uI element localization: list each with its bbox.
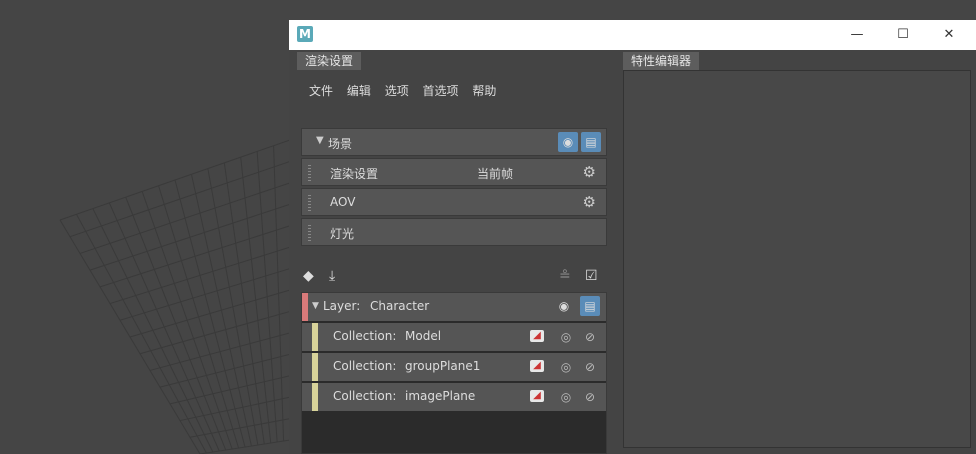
clapper-icon[interactable]: ▤	[580, 296, 600, 316]
app-logo-icon: M	[297, 26, 313, 42]
collection-row[interactable]: Collection: imagePlane ◢ ◎ ⊘	[302, 383, 606, 411]
merge-icon[interactable]: ≗	[559, 268, 571, 284]
collection-row[interactable]: Collection: Model ◢ ◎ ⊘	[302, 323, 606, 351]
isolate-icon[interactable]: ◎	[558, 329, 574, 345]
eye-icon[interactable]: ◉	[558, 132, 578, 152]
collection-prefix: Collection:	[333, 329, 397, 343]
checklist-icon[interactable]: ☑	[585, 268, 598, 284]
isolate-icon[interactable]: ◎	[558, 389, 574, 405]
chevron-down-icon[interactable]: ▼	[312, 301, 319, 311]
row-label: 渲染设置	[330, 167, 379, 181]
collection-color-swatch	[312, 323, 318, 351]
menu-help[interactable]: 帮助	[472, 84, 496, 98]
eye-icon[interactable]: ◉	[554, 296, 574, 316]
layer-prefix: Layer:	[323, 299, 361, 313]
create-layer-icon[interactable]: ◆	[303, 268, 314, 284]
import-icon[interactable]: ⤓	[329, 268, 335, 284]
disable-icon[interactable]: ⊘	[582, 359, 598, 375]
collection-color-swatch	[312, 353, 318, 381]
collection-name: Model	[405, 329, 442, 343]
row-sub-label: 当前帧	[477, 167, 514, 181]
attribute-editor-panel	[623, 70, 971, 448]
collection-prefix: Collection:	[333, 389, 397, 403]
chevron-down-icon[interactable]: ▼	[316, 135, 324, 146]
row-label: 灯光	[330, 227, 355, 241]
tab-render-settings[interactable]: 渲染设置	[297, 52, 362, 70]
scene-label: 场景	[328, 137, 353, 151]
render-setup-window: M — ☐ ✕ 渲染设置 特性编辑器 文件 编辑 选项 首选项 帮助 ▼ 场景 …	[289, 20, 976, 454]
row-label: AOV	[330, 195, 356, 209]
disable-icon[interactable]: ⊘	[582, 389, 598, 405]
panels: 渲染设置 特性编辑器 文件 编辑 选项 首选项 帮助 ▼ 场景 ◉ ▤ 渲染设置…	[289, 50, 976, 454]
layer-name: Character	[370, 299, 430, 313]
render-setup-panel: 文件 编辑 选项 首选项 帮助 ▼ 场景 ◉ ▤ 渲染设置 当前帧 ⚙ AOV	[297, 70, 612, 454]
collection-row[interactable]: Collection: groupPlane1 ◢ ◎ ⊘	[302, 353, 606, 381]
menu-preferences[interactable]: 首选项	[423, 84, 459, 98]
scene-row-lights[interactable]: 灯光	[301, 218, 607, 246]
menu-bar: 文件 编辑 选项 首选项 帮助	[309, 82, 506, 102]
collection-color-swatch	[312, 383, 318, 411]
close-button[interactable]: ✕	[926, 20, 972, 50]
collection-prefix: Collection:	[333, 359, 397, 373]
render-layers-tree: ▼ Layer: Character ◉ ▤ Collection: Model…	[301, 292, 607, 454]
drag-handle-icon[interactable]	[308, 165, 311, 181]
maximize-button[interactable]: ☐	[880, 20, 926, 50]
collection-name: imagePlane	[405, 389, 476, 403]
menu-options[interactable]: 选项	[385, 84, 409, 98]
material-override-icon[interactable]: ◢	[530, 330, 544, 342]
scene-row-render-settings[interactable]: 渲染设置 当前帧 ⚙	[301, 158, 607, 186]
gear-icon[interactable]: ⚙	[583, 163, 596, 181]
scene-header[interactable]: ▼ 场景 ◉ ▤	[301, 128, 607, 156]
menu-file[interactable]: 文件	[309, 84, 333, 98]
drag-handle-icon[interactable]	[308, 225, 311, 241]
material-override-icon[interactable]: ◢	[530, 390, 544, 402]
isolate-icon[interactable]: ◎	[558, 359, 574, 375]
layer-toolbar: ◆ ⤓ ≗ ☑	[301, 266, 607, 290]
gear-icon[interactable]: ⚙	[583, 193, 596, 211]
minimize-button[interactable]: —	[834, 20, 880, 50]
disable-icon[interactable]: ⊘	[582, 329, 598, 345]
material-override-icon[interactable]: ◢	[530, 360, 544, 372]
menu-edit[interactable]: 编辑	[347, 84, 371, 98]
layer-color-swatch	[302, 293, 308, 321]
title-bar: M — ☐ ✕	[289, 20, 976, 50]
tab-attribute-editor[interactable]: 特性编辑器	[623, 52, 700, 70]
scene-row-aov[interactable]: AOV ⚙	[301, 188, 607, 216]
layer-row[interactable]: ▼ Layer: Character ◉ ▤	[302, 293, 606, 321]
clapper-icon[interactable]: ▤	[581, 132, 601, 152]
drag-handle-icon[interactable]	[308, 195, 311, 211]
collection-name: groupPlane1	[405, 359, 481, 373]
